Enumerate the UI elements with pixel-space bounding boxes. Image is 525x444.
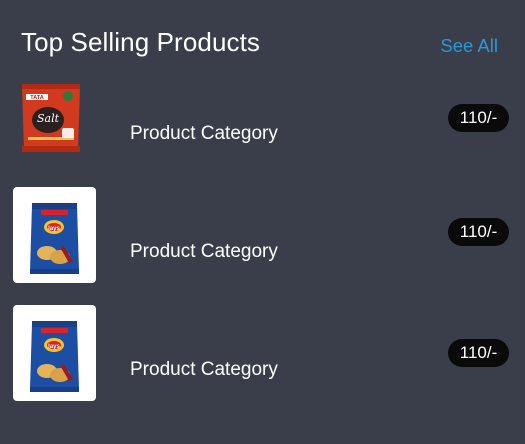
product-category: Product Category — [130, 123, 278, 144]
product-item[interactable]: lays Product Category 110/- — [0, 305, 525, 405]
section-title: Top Selling Products — [21, 27, 261, 57]
price-badge: 110/- — [448, 104, 509, 132]
svg-text:lays: lays — [48, 226, 60, 232]
price-badge: 110/- — [448, 339, 509, 367]
product-item[interactable]: lays Product Category 110/- — [0, 187, 525, 287]
lays-chips-image: lays — [13, 187, 96, 283]
price-badge: 110/- — [448, 218, 509, 246]
svg-text:TATA: TATA — [30, 95, 43, 101]
see-all-link[interactable]: See All — [440, 35, 498, 57]
lays-chips-image: lays — [13, 305, 96, 401]
svg-text:Salt: Salt — [37, 112, 60, 125]
top-selling-products-card: Top Selling Products See All TATA Salt P… — [0, 0, 525, 444]
product-category: Product Category — [130, 359, 278, 380]
tata-salt-image: TATA Salt — [18, 82, 84, 154]
product-item[interactable]: TATA Salt Product Category 110/- — [0, 80, 525, 180]
product-category: Product Category — [130, 241, 278, 262]
svg-text:lays: lays — [48, 344, 60, 350]
